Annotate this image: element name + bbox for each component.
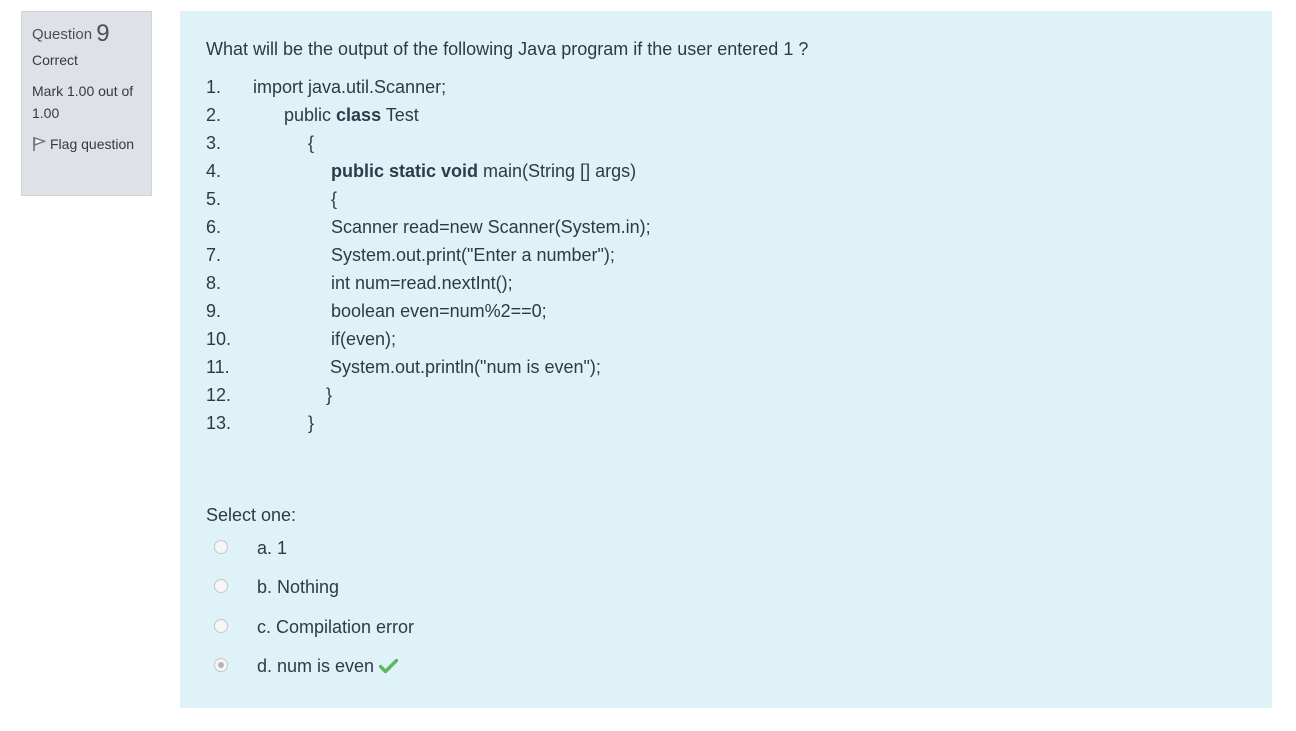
code-text: System.out.println("num is even"); xyxy=(330,357,601,377)
code-line-text: public static void main(String [] args) xyxy=(331,157,636,185)
question-text: What will be the output of the following… xyxy=(206,39,809,59)
answer-option[interactable]: a. 1 xyxy=(210,536,710,560)
code-line-number: 2. xyxy=(206,105,222,125)
code-line-number: 10. xyxy=(206,329,232,349)
answer-prompt: Select one: xyxy=(206,505,297,525)
question-number-heading: Question 9 xyxy=(32,22,141,47)
code-line-text: Scanner read=new Scanner(System.in); xyxy=(331,213,651,241)
code-line-number: 9. xyxy=(206,301,222,321)
question-info-panel: Question 9 Correct Mark 1.00 out of 1.00… xyxy=(21,11,152,196)
answer-radio[interactable] xyxy=(214,540,228,554)
answer-radio[interactable] xyxy=(214,658,228,672)
answer-label: d. num is even xyxy=(257,654,399,678)
flag-question-link[interactable]: Flag question xyxy=(32,133,141,155)
code-line-number: 3. xyxy=(206,133,222,153)
code-line-number: 1. xyxy=(206,77,222,97)
code-line-number: 8. xyxy=(206,273,222,293)
answer-label-text: d. num is even xyxy=(257,656,375,676)
code-text: main(String [] args) xyxy=(478,161,637,181)
code-line-number: 11. xyxy=(206,357,230,377)
question-content: What will be the output of the following… xyxy=(180,11,1272,708)
code-line-text: if(even); xyxy=(331,325,396,353)
answer-label: a. 1 xyxy=(257,536,287,560)
code-line-text: { xyxy=(331,185,337,213)
flag-icon xyxy=(33,137,47,151)
code-text: import java.util.Scanner; xyxy=(253,77,447,97)
code-line-number: 7. xyxy=(206,245,222,265)
code-line-text: } xyxy=(308,409,314,437)
answer-option[interactable]: d. num is even xyxy=(210,654,710,678)
check-icon xyxy=(379,658,399,674)
code-text: { xyxy=(331,189,338,209)
code-line-number: 6. xyxy=(206,217,222,237)
code-text: Test xyxy=(381,105,419,125)
answer-radio[interactable] xyxy=(214,579,228,593)
code-keyword: public static void xyxy=(331,161,479,181)
answer-label-text: a. 1 xyxy=(257,538,288,558)
code-line-number: 12. xyxy=(206,385,232,405)
answer-label-text: c. Compilation error xyxy=(257,617,415,637)
code-line-number: 13. xyxy=(206,413,232,433)
code-line-text: public class Test xyxy=(284,101,419,129)
code-text: System.out.print("Enter a number"); xyxy=(331,245,615,265)
code-line-text: System.out.print("Enter a number"); xyxy=(331,241,615,269)
code-line-text: int num=read.nextInt(); xyxy=(331,269,513,297)
code-keyword: class xyxy=(336,105,382,125)
answer-radio[interactable] xyxy=(214,619,228,633)
code-line-text: System.out.println("num is even"); xyxy=(330,353,601,381)
code-text: if(even); xyxy=(331,329,397,349)
answer-label: b. Nothing xyxy=(257,575,339,599)
question-word: Question xyxy=(32,26,93,43)
code-text: public xyxy=(284,105,337,125)
question-number: 9 xyxy=(96,20,110,47)
code-line-text: boolean even=num%2==0; xyxy=(331,297,547,325)
code-text: int num=read.nextInt(); xyxy=(331,273,513,293)
answer-option[interactable]: c. Compilation error xyxy=(210,615,710,639)
code-line-text: import java.util.Scanner; xyxy=(253,73,446,101)
answer-option[interactable]: b. Nothing xyxy=(210,575,710,599)
code-text: boolean even=num%2==0; xyxy=(331,301,547,321)
code-text: Scanner read=new Scanner(System.in); xyxy=(331,217,651,237)
code-text: } xyxy=(326,385,333,405)
code-line-text: { xyxy=(308,129,314,157)
answer-label-text: b. Nothing xyxy=(257,577,340,597)
code-line-number: 4. xyxy=(206,161,222,181)
code-text: } xyxy=(308,413,315,433)
code-line-text: } xyxy=(326,381,332,409)
question-grade: Mark 1.00 out of 1.00 xyxy=(32,83,134,121)
code-line-number: 5. xyxy=(206,189,222,209)
answer-label: c. Compilation error xyxy=(257,615,414,639)
question-state: Correct xyxy=(32,52,78,68)
code-text: { xyxy=(308,133,315,153)
flag-label: Flag question xyxy=(50,136,135,152)
